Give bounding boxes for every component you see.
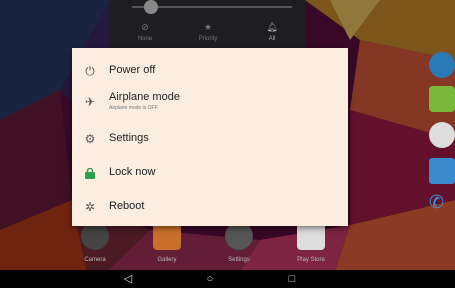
dock-app-camera[interactable]: Camera [75, 222, 115, 263]
airplane-mode-item[interactable]: ✈ Airplane mode Airplane mode is OFF [72, 86, 348, 116]
power-icon: ⏻ [85, 63, 95, 78]
power-off-item[interactable]: ⏻ Power off [72, 55, 348, 85]
qs-label: None [137, 36, 153, 42]
gallery-icon [153, 222, 181, 250]
home-button[interactable]: ○ [201, 273, 219, 285]
qs-label: Priority [198, 36, 218, 42]
lock-icon [82, 165, 98, 181]
dock-app-label: Camera [84, 257, 106, 263]
dock-app-play-store[interactable]: Play Store [291, 222, 331, 263]
power-menu-dialog: ⏻ Power off ✈ Airplane mode Airplane mod… [72, 48, 348, 226]
camera-icon [81, 222, 109, 250]
menu-item-label: Lock now [109, 166, 156, 178]
menu-item-subtitle: Airplane mode is OFF [109, 105, 158, 111]
lock-now-item[interactable]: Lock now [72, 157, 348, 187]
brightness-knob[interactable] [144, 0, 158, 14]
globe-icon[interactable] [429, 52, 455, 78]
quick-settings-panel: ⊘ None ★ Priority 🔔︎ All [110, 0, 305, 48]
menu-item-label: Reboot [109, 200, 145, 212]
dock-app-gallery[interactable]: Gallery [147, 222, 187, 263]
brightness-slider[interactable] [132, 0, 292, 14]
settings-item[interactable]: ⚙ Settings [72, 123, 348, 153]
contacts-icon[interactable] [429, 158, 455, 184]
menu-item-label: Airplane mode [109, 91, 180, 103]
phone-icon[interactable]: ✆ [429, 192, 455, 218]
dock-app-settings[interactable]: Settings [219, 222, 259, 263]
star-icon: ★ [203, 22, 213, 32]
gear-icon: ⚙ [84, 132, 96, 146]
dock-app-label: Gallery [157, 257, 177, 263]
navigation-bar [0, 270, 455, 288]
recents-button[interactable]: □ [283, 273, 301, 285]
android-icon[interactable] [429, 86, 455, 112]
menu-item-label: Settings [109, 132, 149, 144]
menu-item-label: Power off [109, 64, 156, 76]
qs-label: All [268, 36, 276, 42]
play-store-icon [297, 222, 325, 250]
dock-app-label: Play Store [297, 257, 325, 263]
no-sign-icon: ⊘ [141, 22, 149, 32]
interruptions-none[interactable]: ⊘ None [115, 22, 175, 42]
settings-icon [225, 222, 253, 250]
reboot-item[interactable]: ✲ Reboot [72, 191, 348, 221]
back-button[interactable]: ◁ [119, 273, 137, 285]
airplane-icon: ✈ [84, 95, 96, 109]
reboot-icon: ✲ [84, 200, 96, 214]
interruptions-all[interactable]: 🔔︎ All [242, 22, 302, 42]
dock-app-label: Settings [228, 257, 250, 263]
interruptions-priority[interactable]: ★ Priority [178, 22, 238, 42]
bell-icon: 🔔︎ [266, 22, 278, 32]
apps-drawer-icon[interactable] [429, 122, 455, 148]
